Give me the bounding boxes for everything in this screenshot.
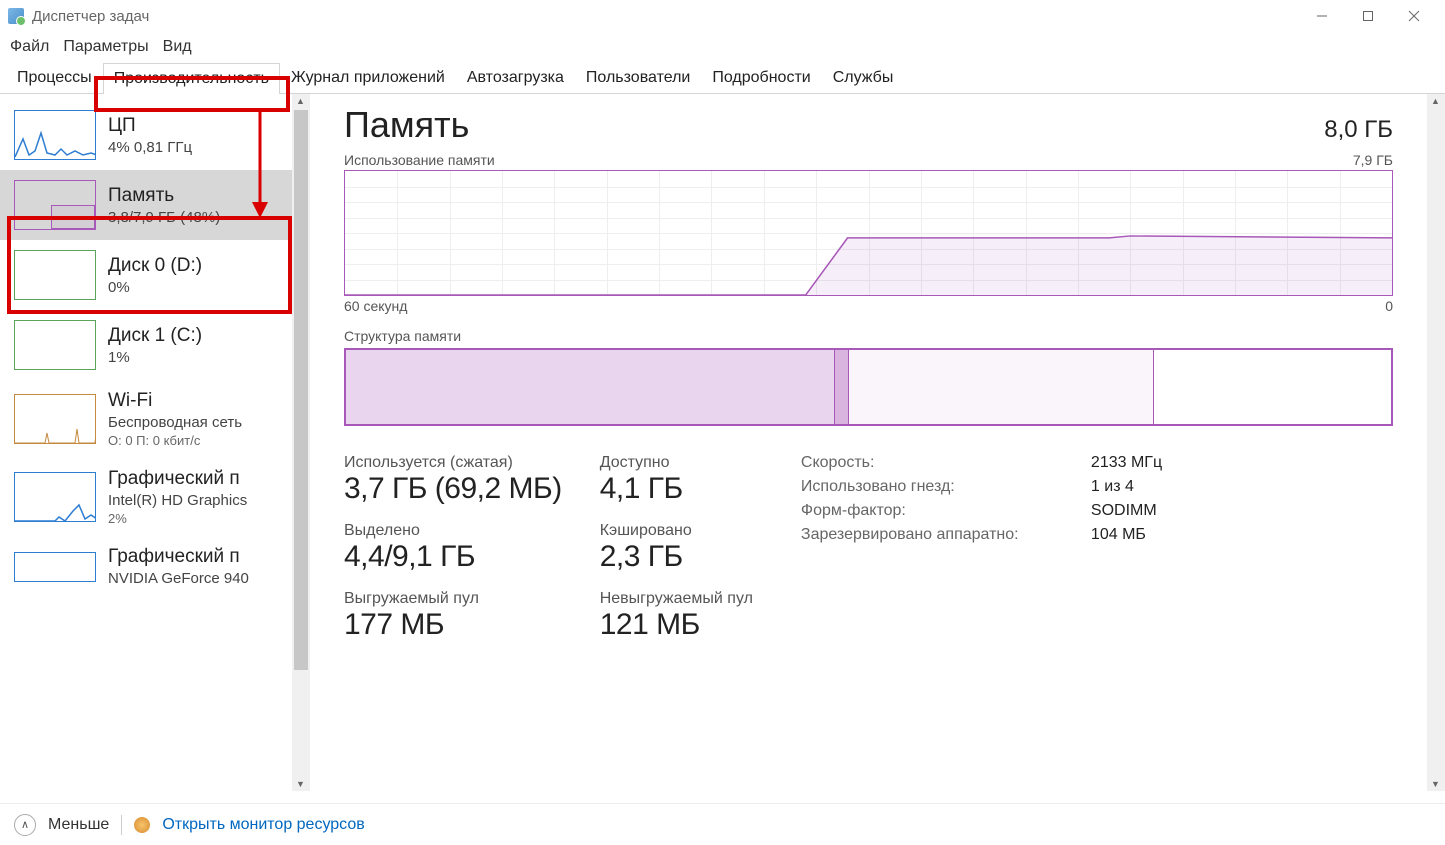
main-panel: Память 8,0 ГБ Использование памяти 7,9 Г… — [310, 94, 1427, 791]
comp-in-use — [346, 350, 835, 424]
spec-speed-k: Скорость: — [801, 454, 1051, 472]
sidebar-gpu1-sub: NVIDIA GeForce 940 — [108, 570, 249, 587]
usage-chart-label: Использование памяти — [344, 152, 495, 168]
sidebar-memory-sub: 3,8/7,9 ГБ (48%) — [108, 209, 220, 226]
stat-available-label: Доступно — [600, 454, 753, 472]
stat-committed-label: Выделено — [344, 522, 562, 540]
minimize-button[interactable] — [1299, 1, 1345, 31]
resource-monitor-icon — [134, 817, 150, 833]
tabs: Процессы Производительность Журнал прило… — [0, 62, 1445, 94]
stat-cached-value: 2,3 ГБ — [600, 540, 753, 574]
sidebar: ЦП 4% 0,81 ГГц Память 3,8/7,9 ГБ (48%) Д… — [0, 94, 292, 791]
sidebar-disk1-title: Диск 1 (C:) — [108, 325, 202, 347]
disk1-thumbnail-icon — [14, 320, 96, 370]
fewer-details-icon[interactable]: ∧ — [14, 814, 36, 836]
sidebar-item-cpu[interactable]: ЦП 4% 0,81 ГГц — [0, 100, 292, 170]
stat-in-use-value: 3,7 ГБ (69,2 МБ) — [344, 472, 562, 506]
spec-reserved-v: 104 МБ — [1091, 526, 1146, 544]
sidebar-wifi-sub: Беспроводная сеть — [108, 414, 242, 431]
footer-separator — [121, 815, 122, 835]
main-scrollbar[interactable] — [1427, 94, 1445, 791]
sidebar-memory-title: Память — [108, 185, 220, 207]
sidebar-scrollbar[interactable] — [292, 94, 310, 791]
spec-table: Скорость: 2133 МГц Использовано гнезд: 1 и… — [801, 454, 1162, 642]
titlebar: Диспетчер задач — [0, 0, 1445, 32]
sidebar-cpu-title: ЦП — [108, 115, 192, 137]
tab-performance[interactable]: Производительность — [103, 63, 280, 94]
open-resource-monitor-link[interactable]: Открыть монитор ресурсов — [162, 816, 364, 834]
spec-slots-k: Использовано гнезд: — [801, 478, 1051, 496]
comp-standby — [849, 350, 1153, 424]
stat-nonpaged-label: Невыгружаемый пул — [600, 590, 753, 608]
spec-speed-v: 2133 МГц — [1091, 454, 1162, 472]
sidebar-gpu1-title: Графический п — [108, 546, 249, 568]
sidebar-gpu0-sub2: 2% — [108, 511, 247, 526]
gpu1-thumbnail-icon — [14, 552, 96, 582]
tab-startup[interactable]: Автозагрузка — [456, 62, 575, 93]
stat-paged-value: 177 МБ — [344, 608, 562, 642]
stat-paged-label: Выгружаемый пул — [344, 590, 562, 608]
sidebar-gpu0-title: Графический п — [108, 468, 247, 490]
stat-in-use-label: Используется (сжатая) — [344, 454, 562, 472]
menu-options[interactable]: Параметры — [63, 38, 148, 56]
sidebar-wifi-sub2: О: 0 П: 0 кбит/с — [108, 433, 242, 448]
app-icon — [8, 8, 24, 24]
sidebar-scroll-thumb[interactable] — [294, 110, 308, 670]
gpu0-thumbnail-icon — [14, 472, 96, 522]
fewer-details-label[interactable]: Меньше — [48, 816, 109, 834]
comp-free — [1154, 350, 1391, 424]
stat-committed-value: 4,4/9,1 ГБ — [344, 540, 562, 574]
tab-processes[interactable]: Процессы — [6, 62, 103, 93]
memory-usage-chart — [344, 170, 1393, 296]
tab-app-history[interactable]: Журнал приложений — [280, 62, 456, 93]
tab-users[interactable]: Пользователи — [575, 62, 701, 93]
spec-form-v: SODIMM — [1091, 502, 1157, 520]
composition-label: Структура памяти — [344, 328, 1393, 344]
stat-cached-label: Кэшировано — [600, 522, 753, 540]
sidebar-disk0-title: Диск 0 (D:) — [108, 255, 202, 277]
sidebar-gpu0-sub: Intel(R) HD Graphics — [108, 492, 247, 509]
page-title: Память — [344, 104, 469, 146]
window-title: Диспетчер задач — [32, 8, 1299, 25]
menu-view[interactable]: Вид — [163, 38, 192, 56]
maximize-button[interactable] — [1345, 1, 1391, 31]
sidebar-disk0-sub: 0% — [108, 279, 202, 296]
cpu-thumbnail-icon — [14, 110, 96, 160]
sidebar-item-disk0[interactable]: Диск 0 (D:) 0% — [0, 240, 292, 310]
sidebar-disk1-sub: 1% — [108, 349, 202, 366]
axis-left-label: 60 секунд — [344, 298, 407, 314]
sidebar-cpu-sub: 4% 0,81 ГГц — [108, 139, 192, 156]
tab-details[interactable]: Подробности — [701, 62, 821, 93]
menubar: Файл Параметры Вид — [0, 32, 1445, 62]
sidebar-item-wifi[interactable]: Wi-Fi Беспроводная сеть О: 0 П: 0 кбит/с — [0, 380, 292, 458]
sidebar-item-gpu1[interactable]: Графический п NVIDIA GeForce 940 — [0, 536, 292, 589]
close-button[interactable] — [1391, 1, 1437, 31]
menu-file[interactable]: Файл — [10, 38, 49, 56]
memory-composition-chart — [344, 348, 1393, 426]
sidebar-wifi-title: Wi-Fi — [108, 390, 242, 412]
wifi-thumbnail-icon — [14, 394, 96, 444]
memory-thumbnail-icon — [14, 180, 96, 230]
disk0-thumbnail-icon — [14, 250, 96, 300]
sidebar-item-gpu0[interactable]: Графический п Intel(R) HD Graphics 2% — [0, 458, 292, 536]
axis-right-label: 0 — [1385, 298, 1393, 314]
stat-nonpaged-value: 121 МБ — [600, 608, 753, 642]
spec-slots-v: 1 из 4 — [1091, 478, 1134, 496]
tab-services[interactable]: Службы — [822, 62, 905, 93]
footer: ∧ Меньше Открыть монитор ресурсов — [0, 803, 1445, 845]
sidebar-item-memory[interactable]: Память 3,8/7,9 ГБ (48%) — [0, 170, 292, 240]
comp-modified — [835, 350, 849, 424]
sidebar-item-disk1[interactable]: Диск 1 (C:) 1% — [0, 310, 292, 380]
memory-capacity: 8,0 ГБ — [1324, 116, 1393, 144]
spec-form-k: Форм-фактор: — [801, 502, 1051, 520]
stat-available-value: 4,1 ГБ — [600, 472, 753, 506]
window-controls — [1299, 1, 1437, 31]
usage-chart-max: 7,9 ГБ — [1353, 152, 1393, 168]
spec-reserved-k: Зарезервировано аппаратно: — [801, 526, 1051, 544]
stats-grid: Используется (сжатая) 3,7 ГБ (69,2 МБ) Д… — [344, 454, 753, 642]
